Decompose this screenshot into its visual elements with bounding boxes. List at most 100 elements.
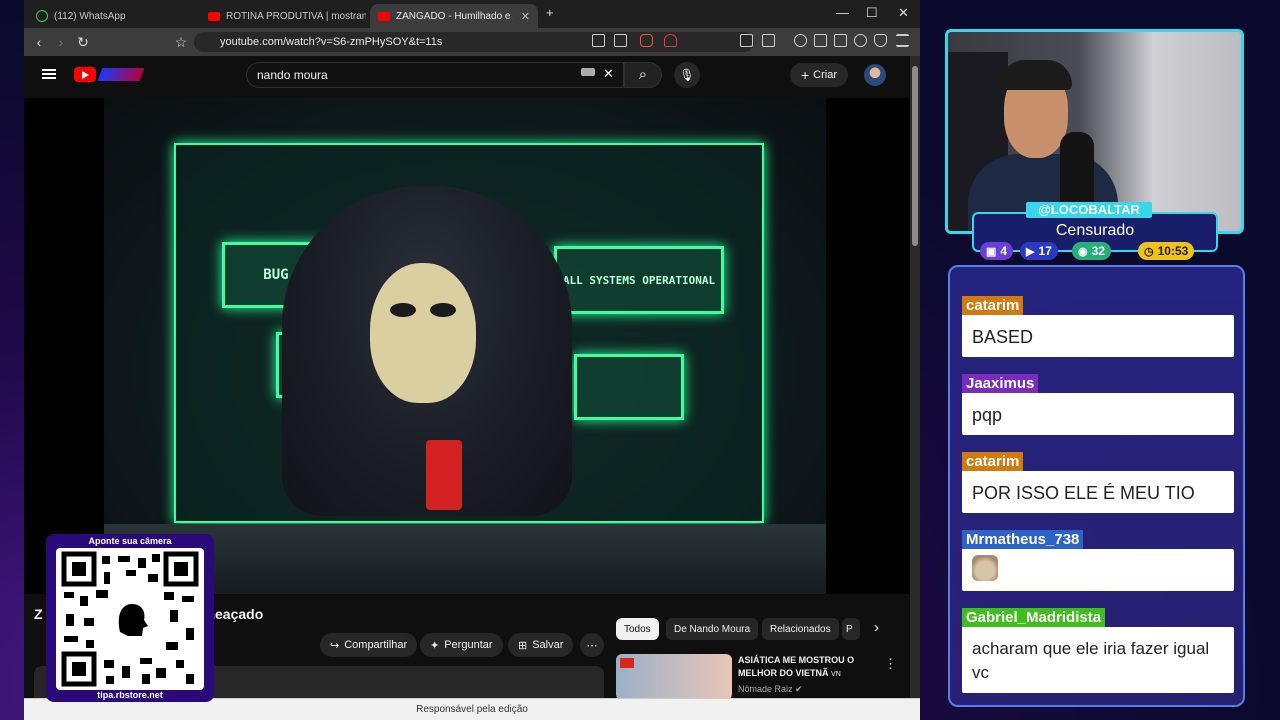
create-button[interactable]: + Criar bbox=[790, 63, 848, 87]
chat-text: acharam que ele iria fazer igual vc bbox=[962, 627, 1234, 693]
sparkle-icon: ✦ bbox=[430, 639, 440, 652]
leo-icon[interactable] bbox=[854, 34, 867, 47]
red-can bbox=[426, 440, 462, 510]
recommended-title[interactable]: ASIÁTICA ME MOSTROU O MELHOR DO VIETNÃ V… bbox=[738, 654, 862, 681]
whatsapp-icon bbox=[36, 10, 48, 22]
tab-label: ZANGADO - Humilhado e Ameaçado bbox=[396, 10, 513, 22]
voice-search-button[interactable]: 🎙 bbox=[674, 62, 700, 88]
verified-icon: ✔ bbox=[795, 684, 803, 694]
recommended-thumbnail[interactable] bbox=[616, 654, 732, 700]
qr-code bbox=[56, 548, 204, 690]
monitor-right: ALL SYSTEMS OPERATIONAL bbox=[554, 246, 724, 314]
recommended-channel[interactable]: Nômade Raiz ✔ bbox=[738, 684, 803, 695]
vpn-icon[interactable] bbox=[874, 34, 887, 47]
monitor-small-right bbox=[574, 354, 684, 420]
mask-eye-left bbox=[390, 303, 416, 317]
more-icon: ⋯ bbox=[586, 639, 598, 652]
maximize-button[interactable]: ☐ bbox=[866, 5, 878, 21]
recommended-more-icon[interactable]: ⋮ bbox=[884, 656, 897, 672]
tab-rotina[interactable]: ROTINA PRODUTIVA | mostrando meus hábi bbox=[200, 4, 366, 28]
video-frame[interactable]: BUG HUNT ALL SYSTEMS OPERATIONAL bbox=[104, 98, 826, 594]
kick-viewers-badge: ◉ 32 bbox=[1072, 242, 1111, 260]
chat-text: pqp bbox=[962, 393, 1234, 435]
clear-search-icon[interactable]: ✕ bbox=[603, 66, 614, 82]
extensions-icon[interactable] bbox=[740, 34, 753, 47]
youtube-viewers-badge: ▶ 17 bbox=[1020, 242, 1058, 260]
share-arrow-icon: ↪ bbox=[330, 639, 340, 652]
chip-relacionados[interactable]: Relacionados bbox=[762, 618, 839, 640]
tab-label: ROTINA PRODUTIVA | mostrando meus hábi bbox=[226, 10, 366, 22]
chat-username: Jaaximus bbox=[962, 374, 1039, 393]
forward-button[interactable]: › bbox=[50, 34, 72, 50]
mask-eye-right bbox=[430, 303, 456, 317]
custom-logo bbox=[97, 68, 145, 81]
chat-username: catarim bbox=[962, 452, 1024, 471]
chevron-right-icon[interactable]: › bbox=[874, 619, 879, 636]
search-input[interactable]: nando moura ✕ bbox=[246, 62, 624, 88]
chip-todos[interactable]: Todos bbox=[616, 618, 659, 640]
youtube-logo[interactable] bbox=[74, 67, 96, 82]
share-button[interactable]: ↪ Compartilhar bbox=[320, 633, 418, 657]
vietnam-flag-icon bbox=[620, 658, 634, 668]
keyboard-icon[interactable] bbox=[581, 68, 595, 76]
brave-rewards-icon[interactable] bbox=[664, 34, 677, 47]
qr-overlay: Aponte sua câmera tipa.rbstore.net bbox=[46, 534, 214, 702]
close-window-button[interactable]: ✕ bbox=[898, 5, 909, 21]
menu-icon[interactable] bbox=[896, 34, 909, 47]
chat-message: catarim POR ISSO ELE É MEU TIO bbox=[962, 452, 1234, 513]
save-label: Salvar bbox=[532, 639, 564, 651]
close-tab-icon[interactable]: ✕ bbox=[521, 10, 530, 23]
hamburger-menu-icon[interactable] bbox=[42, 69, 56, 79]
cat-emote-icon bbox=[972, 555, 998, 581]
address-bar: ‹ › ↻ ☆ youtube.com/watch?v=S6-zmPHySOY&… bbox=[24, 28, 920, 56]
chat-message: Jaaximus pqp bbox=[962, 374, 1234, 435]
twitch-viewers-badge: ▣ 4 bbox=[980, 242, 1014, 260]
kick-icon: ◉ bbox=[1078, 245, 1088, 258]
new-tab-button[interactable]: + bbox=[546, 5, 554, 20]
search-icon: ⌕ bbox=[638, 66, 648, 83]
microphone-icon: 🎙 bbox=[679, 68, 695, 82]
scrollbar-thumb[interactable] bbox=[912, 66, 918, 246]
scrollbar[interactable] bbox=[910, 56, 920, 720]
ask-button[interactable]: ✦ Perguntar bbox=[420, 633, 503, 657]
chat-message: Mrmatheus_738 bbox=[962, 530, 1234, 591]
chat-username: Mrmatheus_738 bbox=[962, 530, 1084, 549]
more-actions-button[interactable]: ⋯ bbox=[580, 633, 604, 657]
chat-message: catarim BASED bbox=[962, 296, 1234, 357]
reader-icon[interactable] bbox=[762, 34, 775, 47]
back-button[interactable]: ‹ bbox=[28, 34, 50, 50]
clock-icon: ◷ bbox=[1144, 245, 1154, 258]
qr-url: tipa.rbstore.net bbox=[97, 690, 163, 700]
twitch-icon: ▣ bbox=[986, 245, 997, 258]
chip-more[interactable]: P bbox=[842, 618, 860, 640]
streamer-handle: @LOCOBALTAR bbox=[1026, 202, 1152, 218]
share-icon[interactable] bbox=[614, 34, 627, 47]
cast-icon[interactable] bbox=[592, 34, 605, 47]
share-label: Compartilhar bbox=[344, 639, 408, 651]
bookmark-icon[interactable]: ☆ bbox=[170, 34, 192, 51]
tab-label: (112) WhatsApp bbox=[54, 10, 126, 22]
brave-shields-icon[interactable] bbox=[640, 34, 653, 47]
chat-username: catarim bbox=[962, 296, 1024, 315]
streamer-hair bbox=[1000, 60, 1072, 90]
youtube-icon: ▶ bbox=[1026, 245, 1035, 258]
stream-title: Censurado bbox=[1055, 222, 1135, 239]
plus-icon: + bbox=[800, 67, 810, 83]
avatar[interactable] bbox=[864, 64, 886, 86]
chat-text: POR ISSO ELE É MEU TIO bbox=[962, 471, 1234, 513]
wallet-icon[interactable] bbox=[834, 34, 847, 47]
music-icon[interactable] bbox=[794, 34, 807, 47]
search-button[interactable]: ⌕ bbox=[624, 62, 662, 88]
minimize-button[interactable]: — bbox=[836, 5, 849, 20]
chat-text: BASED bbox=[962, 315, 1234, 357]
url-text: youtube.com/watch?v=S6-zmPHySOY&t=11s bbox=[220, 36, 443, 48]
chat-message: Gabriel_Madridista acharam que ele iria … bbox=[962, 608, 1234, 693]
ask-label: Perguntar bbox=[444, 639, 493, 651]
tab-zangado[interactable]: ZANGADO - Humilhado e Ameaçado ✕ bbox=[370, 4, 538, 28]
chip-de-nando-moura[interactable]: De Nando Moura bbox=[666, 618, 759, 640]
save-button[interactable]: ⊞ Salvar bbox=[508, 633, 574, 657]
sidebar-icon[interactable] bbox=[814, 34, 827, 47]
reload-button[interactable]: ↻ bbox=[72, 34, 94, 51]
stream-timer-badge: ◷ 10:53 bbox=[1138, 242, 1195, 260]
tab-whatsapp[interactable]: (112) WhatsApp bbox=[28, 4, 198, 28]
